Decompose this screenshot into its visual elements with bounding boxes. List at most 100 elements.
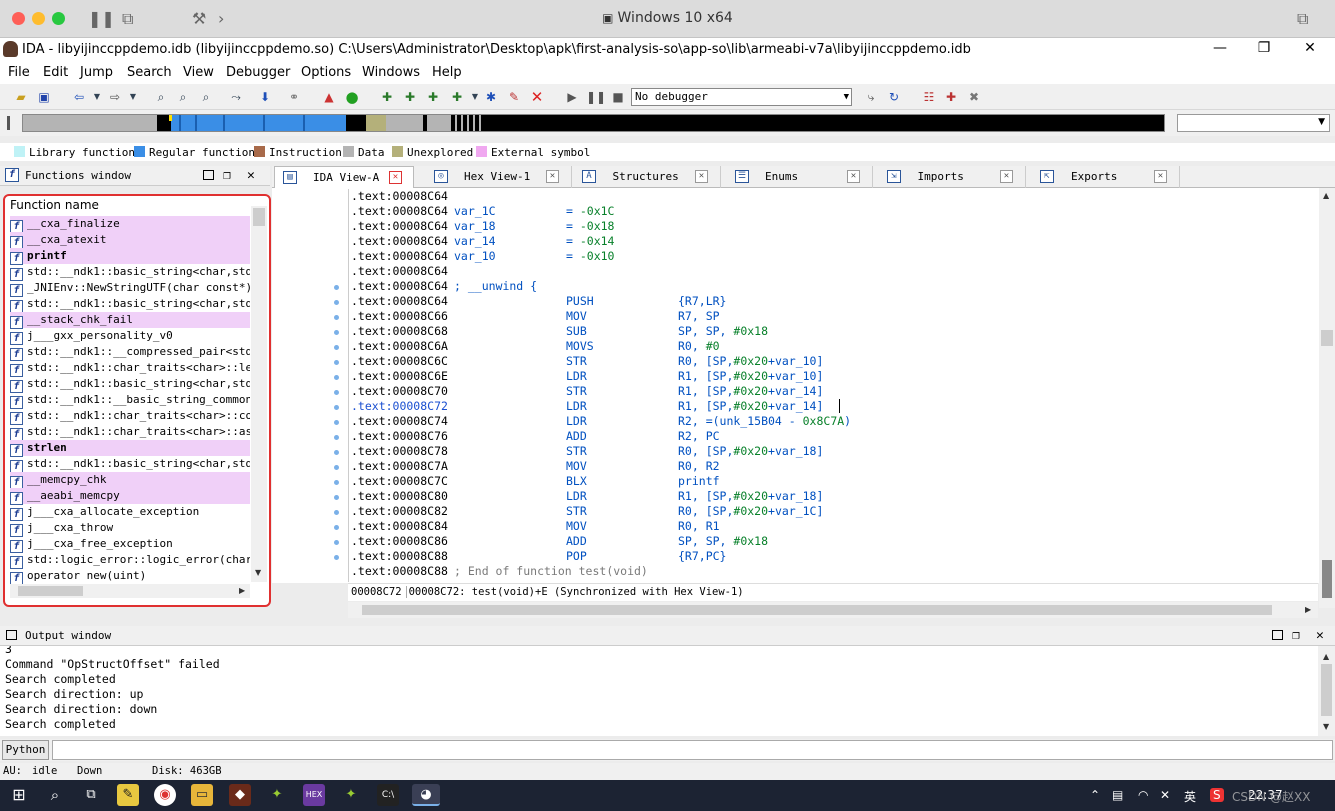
breakpoint-marker[interactable] — [334, 510, 339, 515]
functions-list[interactable]: f __cxa_finalize f __cxa_atexit f printf f std:… — [10, 216, 250, 584]
python-cli-button[interactable]: Python — [2, 740, 49, 760]
scroll-up-icon[interactable]: ▲ — [1323, 191, 1329, 200]
tab-structures[interactable]: A Structures ✕ — [574, 166, 721, 188]
navigation-strip[interactable] — [22, 114, 1165, 132]
breakpoint-marker[interactable] — [334, 300, 339, 305]
function-list-item[interactable]: f __aeabi_memcpy — [10, 488, 250, 505]
navigation-combo[interactable]: ▼ — [1177, 114, 1330, 132]
create-function-icon[interactable]: ✚ — [378, 88, 396, 106]
breakpoint-marker[interactable] — [334, 330, 339, 335]
fullscreen-icon[interactable]: ⧉ — [1297, 9, 1308, 29]
breakpoint-marker[interactable] — [334, 450, 339, 455]
debugger-select[interactable]: No debugger ▼ — [631, 88, 852, 106]
menu-search[interactable]: Search — [127, 65, 172, 80]
tab-imports[interactable]: ⇲ Imports ✕ — [879, 166, 1026, 188]
close-tab-icon[interactable]: ✕ — [695, 170, 708, 183]
function-list-item[interactable]: f std::__ndk1::__compressed_pair<std::_ — [10, 344, 250, 361]
function-list-item[interactable]: f std::__ndk1::char_traits<char>::copy — [10, 408, 250, 425]
run-icon[interactable]: ▶ — [563, 88, 581, 106]
text-search-icon[interactable]: ⌕ — [174, 88, 192, 106]
menu-debugger[interactable]: Debugger — [226, 65, 290, 80]
scroll-down-icon[interactable]: ▼ — [255, 568, 261, 577]
function-list-item[interactable]: f strlen — [10, 440, 250, 457]
menu-jump[interactable]: Jump — [80, 65, 113, 80]
ida-view-a-disassembly[interactable]: .text:00008C64 .text:00008C64 var_1C = -0x1… — [272, 188, 1335, 608]
function-list-item[interactable]: f std::__ndk1::char_traits<char>::leng — [10, 360, 250, 377]
menu-help[interactable]: Help — [432, 65, 462, 80]
ida-minimize-button[interactable]: — — [1200, 40, 1240, 56]
functions-vertical-scrollbar[interactable]: ▼ — [251, 206, 267, 582]
output-vertical-scrollbar[interactable]: ▲ ▼ — [1318, 646, 1335, 736]
menu-edit[interactable]: Edit — [43, 65, 68, 80]
breakpoint-list-icon[interactable]: ☷ — [920, 88, 938, 106]
jump-address-icon[interactable]: ⤳ — [227, 88, 245, 106]
forward-dropdown-icon[interactable]: ▼ — [124, 88, 142, 106]
function-list-item[interactable]: f operator new(uint) — [10, 568, 250, 584]
breakpoint-marker[interactable] — [334, 495, 339, 500]
tab-enums[interactable]: ☰ Enums ✕ — [727, 166, 873, 188]
android-studio-icon[interactable]: ✦ — [340, 784, 362, 806]
stop-sign-icon[interactable]: ▲ — [320, 88, 338, 106]
task-view-icon[interactable]: ⧉ — [80, 784, 102, 806]
windows-start-icon[interactable]: ⊞ — [8, 784, 30, 806]
menu-windows[interactable]: Windows — [362, 65, 420, 80]
refresh-icon[interactable]: ↻ — [885, 88, 903, 106]
output-window-log[interactable]: 3 Command "OpStructOffset" failed Search c… — [0, 646, 1318, 736]
function-list-item[interactable]: f printf — [10, 248, 250, 265]
breakpoint-marker[interactable] — [334, 360, 339, 365]
disassembly-listing[interactable]: .text:00008C64 .text:00008C64 var_1C = -0x1… — [348, 189, 1318, 582]
add-breakpoint-icon[interactable]: ✚ — [942, 88, 960, 106]
close-tab-icon[interactable]: ✕ — [847, 170, 860, 183]
breakpoint-marker[interactable] — [334, 465, 339, 470]
binary-search-icon[interactable]: ⌕ — [152, 88, 170, 106]
immediate-search-icon[interactable]: ⌕ — [197, 88, 215, 106]
function-list-item[interactable]: f _JNIEnv::NewStringUTF(char const*) — [10, 280, 250, 297]
breakpoint-marker[interactable] — [334, 435, 339, 440]
asterisk-icon[interactable]: ✱ — [482, 88, 500, 106]
function-list-item[interactable]: f std::logic_error::logic_error(char co — [10, 552, 250, 569]
breakpoint-marker[interactable] — [334, 375, 339, 380]
function-list-item[interactable]: f std::__ndk1::basic_string<char,std::_ — [10, 296, 250, 313]
python-command-input[interactable] — [52, 740, 1333, 760]
network-icon[interactable]: ▤ — [1112, 788, 1123, 802]
chevron-up-icon[interactable]: ⌃ — [1090, 788, 1100, 802]
breakpoint-marker[interactable] — [334, 315, 339, 320]
breakpoint-marker[interactable] — [334, 525, 339, 530]
function-list-item[interactable]: f j___cxa_allocate_exception — [10, 504, 250, 521]
down-arrow-icon[interactable]: ⬇ — [256, 88, 274, 106]
tab-hex-view-1[interactable]: ◎ Hex View-1 ✕ — [426, 166, 572, 188]
app-icon[interactable]: ◆ — [229, 784, 251, 806]
breakpoint-marker[interactable] — [334, 285, 339, 290]
open-folder-icon[interactable]: ▰ — [12, 88, 30, 106]
tab-ida-view-a[interactable]: ▤ IDA View-A ✕ — [274, 166, 414, 188]
pause-debug-icon[interactable]: ❚❚ — [586, 88, 606, 106]
back-arrow-icon[interactable]: ⇦ — [70, 88, 88, 106]
restore-panel-icon[interactable] — [203, 170, 214, 180]
restore-panel-icon[interactable] — [1272, 630, 1283, 640]
disassembly-horizontal-scrollbar[interactable]: ▶ — [348, 602, 1318, 618]
breakpoint-marker[interactable] — [334, 420, 339, 425]
menu-file[interactable]: File — [8, 65, 30, 80]
function-list-item[interactable]: f j___gxx_personality_v0 — [10, 328, 250, 345]
tab-exports[interactable]: ⇱ Exports ✕ — [1032, 166, 1180, 188]
chrome-icon[interactable]: ◉ — [154, 784, 176, 806]
function-list-item[interactable]: f std::__ndk1::basic_string<char,std::_ — [10, 264, 250, 281]
close-tab-icon[interactable]: ✕ — [1154, 170, 1167, 183]
scroll-right-icon[interactable]: ▶ — [1305, 605, 1311, 614]
forward-arrow-icon[interactable]: ⇨ — [106, 88, 124, 106]
functions-horizontal-scrollbar[interactable]: ▶ — [10, 584, 250, 598]
function-list-item[interactable]: f std::__ndk1::basic_string<char,std::_ — [10, 376, 250, 393]
save-icon[interactable]: ▣ — [35, 88, 53, 106]
menu-view[interactable]: View — [183, 65, 214, 80]
edit-icon[interactable]: ✎ — [505, 88, 523, 106]
breakpoint-marker[interactable] — [334, 345, 339, 350]
breakpoint-marker[interactable] — [334, 480, 339, 485]
function-list-item[interactable]: f std::__ndk1::char_traits<char>::assi — [10, 424, 250, 441]
back-dropdown-icon[interactable]: ▼ — [88, 88, 106, 106]
breakpoint-gutter[interactable] — [272, 188, 348, 583]
search-icon[interactable]: ⌕ — [44, 784, 66, 806]
create-struct-icon[interactable]: ✚ — [448, 88, 466, 106]
remove-breakpoint-icon[interactable]: ✖ — [965, 88, 983, 106]
function-list-item[interactable]: f __cxa_atexit — [10, 232, 250, 249]
hex-editor-icon[interactable]: HEX — [303, 784, 325, 806]
